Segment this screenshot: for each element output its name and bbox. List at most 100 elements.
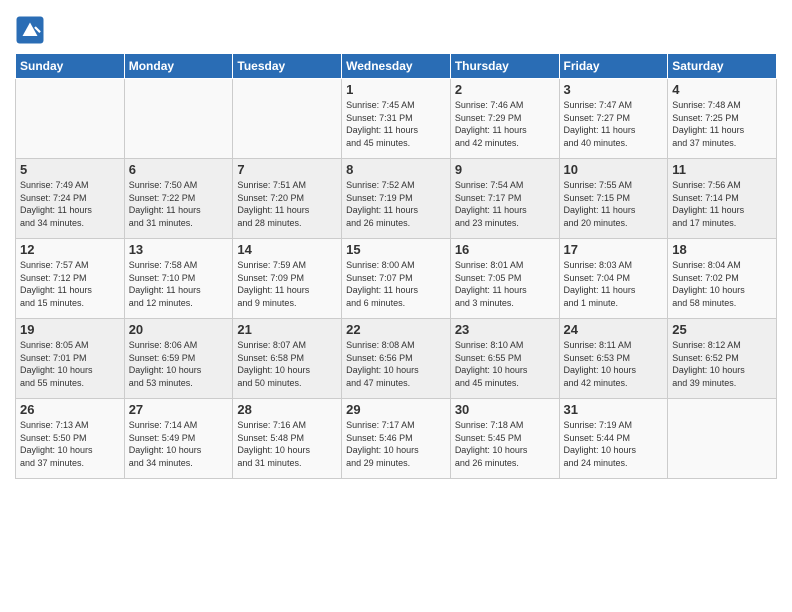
day-number: 18 — [672, 242, 772, 257]
day-info: Sunrise: 8:04 AM Sunset: 7:02 PM Dayligh… — [672, 259, 772, 309]
day-info: Sunrise: 7:18 AM Sunset: 5:45 PM Dayligh… — [455, 419, 555, 469]
day-info: Sunrise: 7:58 AM Sunset: 7:10 PM Dayligh… — [129, 259, 229, 309]
day-number: 12 — [20, 242, 120, 257]
day-info: Sunrise: 7:59 AM Sunset: 7:09 PM Dayligh… — [237, 259, 337, 309]
calendar-cell: 18 Sunrise: 8:04 AM Sunset: 7:02 PM Dayli… — [668, 239, 777, 319]
day-header-wednesday: Wednesday — [342, 54, 451, 79]
day-info: Sunrise: 7:13 AM Sunset: 5:50 PM Dayligh… — [20, 419, 120, 469]
day-info: Sunrise: 7:54 AM Sunset: 7:17 PM Dayligh… — [455, 179, 555, 229]
day-number: 8 — [346, 162, 446, 177]
day-number: 10 — [564, 162, 664, 177]
calendar-cell: 22 Sunrise: 8:08 AM Sunset: 6:56 PM Dayli… — [342, 319, 451, 399]
day-info: Sunrise: 7:47 AM Sunset: 7:27 PM Dayligh… — [564, 99, 664, 149]
calendar-cell: 5 Sunrise: 7:49 AM Sunset: 7:24 PM Daylig… — [16, 159, 125, 239]
day-number: 13 — [129, 242, 229, 257]
day-info: Sunrise: 8:12 AM Sunset: 6:52 PM Dayligh… — [672, 339, 772, 389]
day-header-saturday: Saturday — [668, 54, 777, 79]
calendar-cell: 2Sunrise: 7:46 AM Sunset: 7:29 PM Daylig… — [450, 79, 559, 159]
calendar-cell: 26 Sunrise: 7:13 AM Sunset: 5:50 PM Dayli… — [16, 399, 125, 479]
week-row-4: 19 Sunrise: 8:05 AM Sunset: 7:01 PM Dayli… — [16, 319, 777, 399]
calendar-cell — [668, 399, 777, 479]
calendar-table: SundayMondayTuesdayWednesdayThursdayFrid… — [15, 53, 777, 479]
day-number: 21 — [237, 322, 337, 337]
calendar-cell: 16Sunrise: 8:01 AM Sunset: 7:05 PM Dayli… — [450, 239, 559, 319]
day-header-thursday: Thursday — [450, 54, 559, 79]
day-number: 29 — [346, 402, 446, 417]
day-number: 22 — [346, 322, 446, 337]
day-info: Sunrise: 8:03 AM Sunset: 7:04 PM Dayligh… — [564, 259, 664, 309]
calendar-cell: 31 Sunrise: 7:19 AM Sunset: 5:44 PM Dayli… — [559, 399, 668, 479]
day-number: 31 — [564, 402, 664, 417]
logo — [15, 15, 48, 45]
calendar-cell: 17 Sunrise: 8:03 AM Sunset: 7:04 PM Dayli… — [559, 239, 668, 319]
calendar-cell: 12 Sunrise: 7:57 AM Sunset: 7:12 PM Dayli… — [16, 239, 125, 319]
day-number: 5 — [20, 162, 120, 177]
calendar-cell: 21 Sunrise: 8:07 AM Sunset: 6:58 PM Dayli… — [233, 319, 342, 399]
calendar-cell: 8Sunrise: 7:52 AM Sunset: 7:19 PM Daylig… — [342, 159, 451, 239]
calendar-cell: 11 Sunrise: 7:56 AM Sunset: 7:14 PM Dayli… — [668, 159, 777, 239]
day-header-tuesday: Tuesday — [233, 54, 342, 79]
calendar-cell: 7 Sunrise: 7:51 AM Sunset: 7:20 PM Daylig… — [233, 159, 342, 239]
day-info: Sunrise: 7:14 AM Sunset: 5:49 PM Dayligh… — [129, 419, 229, 469]
header — [15, 10, 777, 45]
day-info: Sunrise: 8:08 AM Sunset: 6:56 PM Dayligh… — [346, 339, 446, 389]
day-info: Sunrise: 7:49 AM Sunset: 7:24 PM Dayligh… — [20, 179, 120, 229]
calendar-cell: 6 Sunrise: 7:50 AM Sunset: 7:22 PM Daylig… — [124, 159, 233, 239]
day-number: 7 — [237, 162, 337, 177]
day-info: Sunrise: 7:17 AM Sunset: 5:46 PM Dayligh… — [346, 419, 446, 469]
calendar-cell: 15 Sunrise: 8:00 AM Sunset: 7:07 PM Dayli… — [342, 239, 451, 319]
day-info: Sunrise: 7:48 AM Sunset: 7:25 PM Dayligh… — [672, 99, 772, 149]
day-info: Sunrise: 8:07 AM Sunset: 6:58 PM Dayligh… — [237, 339, 337, 389]
day-number: 16 — [455, 242, 555, 257]
day-info: Sunrise: 8:05 AM Sunset: 7:01 PM Dayligh… — [20, 339, 120, 389]
logo-icon — [15, 15, 45, 45]
day-info: Sunrise: 7:51 AM Sunset: 7:20 PM Dayligh… — [237, 179, 337, 229]
day-number: 27 — [129, 402, 229, 417]
day-number: 15 — [346, 242, 446, 257]
day-number: 30 — [455, 402, 555, 417]
day-number: 25 — [672, 322, 772, 337]
calendar-cell — [16, 79, 125, 159]
day-info: Sunrise: 7:50 AM Sunset: 7:22 PM Dayligh… — [129, 179, 229, 229]
day-number: 11 — [672, 162, 772, 177]
calendar-cell: 3Sunrise: 7:47 AM Sunset: 7:27 PM Daylig… — [559, 79, 668, 159]
day-number: 4 — [672, 82, 772, 97]
day-number: 28 — [237, 402, 337, 417]
day-number: 24 — [564, 322, 664, 337]
day-info: Sunrise: 7:55 AM Sunset: 7:15 PM Dayligh… — [564, 179, 664, 229]
day-header-friday: Friday — [559, 54, 668, 79]
week-row-5: 26 Sunrise: 7:13 AM Sunset: 5:50 PM Dayli… — [16, 399, 777, 479]
day-number: 17 — [564, 242, 664, 257]
day-info: Sunrise: 8:06 AM Sunset: 6:59 PM Dayligh… — [129, 339, 229, 389]
days-header-row: SundayMondayTuesdayWednesdayThursdayFrid… — [16, 54, 777, 79]
day-info: Sunrise: 8:11 AM Sunset: 6:53 PM Dayligh… — [564, 339, 664, 389]
day-number: 26 — [20, 402, 120, 417]
calendar-cell: 24 Sunrise: 8:11 AM Sunset: 6:53 PM Dayli… — [559, 319, 668, 399]
calendar-cell: 25 Sunrise: 8:12 AM Sunset: 6:52 PM Dayli… — [668, 319, 777, 399]
day-number: 2 — [455, 82, 555, 97]
calendar-cell: 20 Sunrise: 8:06 AM Sunset: 6:59 PM Dayli… — [124, 319, 233, 399]
calendar-cell: 19 Sunrise: 8:05 AM Sunset: 7:01 PM Dayli… — [16, 319, 125, 399]
day-header-sunday: Sunday — [16, 54, 125, 79]
day-number: 19 — [20, 322, 120, 337]
calendar-cell: 27 Sunrise: 7:14 AM Sunset: 5:49 PM Dayli… — [124, 399, 233, 479]
day-info: Sunrise: 8:00 AM Sunset: 7:07 PM Dayligh… — [346, 259, 446, 309]
calendar-cell: 14 Sunrise: 7:59 AM Sunset: 7:09 PM Dayli… — [233, 239, 342, 319]
day-number: 6 — [129, 162, 229, 177]
week-row-3: 12 Sunrise: 7:57 AM Sunset: 7:12 PM Dayli… — [16, 239, 777, 319]
day-info: Sunrise: 8:10 AM Sunset: 6:55 PM Dayligh… — [455, 339, 555, 389]
day-number: 14 — [237, 242, 337, 257]
day-info: Sunrise: 7:57 AM Sunset: 7:12 PM Dayligh… — [20, 259, 120, 309]
calendar-cell: 29 Sunrise: 7:17 AM Sunset: 5:46 PM Dayli… — [342, 399, 451, 479]
week-row-2: 5 Sunrise: 7:49 AM Sunset: 7:24 PM Daylig… — [16, 159, 777, 239]
week-row-1: 1Sunrise: 7:45 AM Sunset: 7:31 PM Daylig… — [16, 79, 777, 159]
day-number: 20 — [129, 322, 229, 337]
day-info: Sunrise: 7:56 AM Sunset: 7:14 PM Dayligh… — [672, 179, 772, 229]
calendar-cell: 13 Sunrise: 7:58 AM Sunset: 7:10 PM Dayli… — [124, 239, 233, 319]
day-info: Sunrise: 7:19 AM Sunset: 5:44 PM Dayligh… — [564, 419, 664, 469]
day-number: 9 — [455, 162, 555, 177]
calendar-cell: 23Sunrise: 8:10 AM Sunset: 6:55 PM Dayli… — [450, 319, 559, 399]
calendar-cell: 30 Sunrise: 7:18 AM Sunset: 5:45 PM Dayli… — [450, 399, 559, 479]
calendar-cell: 1Sunrise: 7:45 AM Sunset: 7:31 PM Daylig… — [342, 79, 451, 159]
calendar-cell: 4 Sunrise: 7:48 AM Sunset: 7:25 PM Daylig… — [668, 79, 777, 159]
